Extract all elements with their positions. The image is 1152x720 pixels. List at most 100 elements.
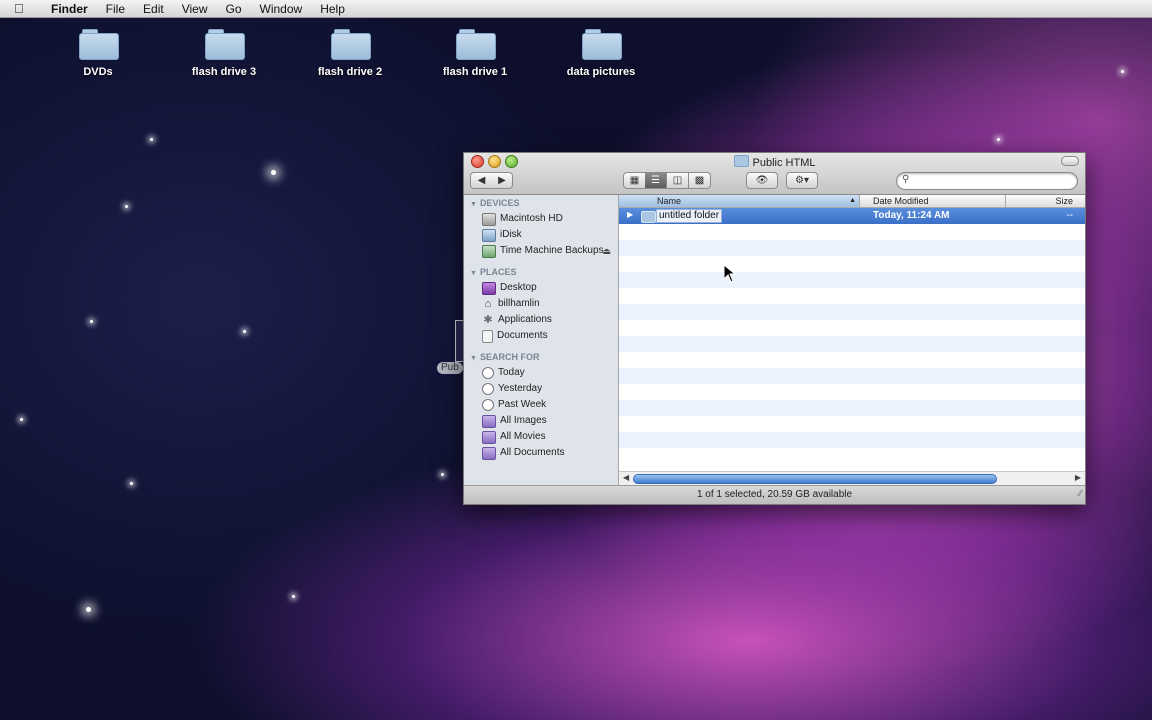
apple-icon[interactable]:  bbox=[14, 1, 32, 16]
sidebar-item-past-week[interactable]: Past Week bbox=[464, 397, 618, 413]
window-title-text: Public HTML bbox=[752, 157, 816, 169]
sidebar-item-today[interactable]: Today bbox=[464, 365, 618, 381]
coverflow-view-button[interactable]: ▩ bbox=[689, 172, 711, 189]
sidebar-item-documents[interactable]: Documents bbox=[464, 328, 618, 344]
empty-row bbox=[619, 272, 1085, 288]
star bbox=[90, 320, 93, 323]
forward-button[interactable]: ▶ bbox=[492, 172, 513, 189]
menu-file[interactable]: File bbox=[97, 2, 134, 16]
desktop-icon-label: data pictures bbox=[566, 66, 636, 78]
sort-ascending-icon: ▲ bbox=[849, 197, 856, 204]
sidebar-section-devices[interactable]: ▼ DEVICES bbox=[464, 195, 618, 211]
window-toolbar: Public HTML ◀ ▶ ▦ ☰ ◫ ▩ 👁 ⚙▾ ⚲ bbox=[464, 153, 1085, 195]
menu-edit[interactable]: Edit bbox=[134, 2, 173, 16]
sidebar-section-label: SEARCH FOR bbox=[479, 352, 540, 362]
sidebar-item-label: Applications bbox=[498, 314, 552, 325]
gear-icon: ⚙▾ bbox=[795, 175, 809, 186]
empty-row bbox=[619, 368, 1085, 384]
hard-drive-icon bbox=[482, 212, 496, 226]
menu-finder[interactable]: Finder bbox=[42, 2, 97, 16]
scroll-right-icon[interactable]: ▶ bbox=[1075, 473, 1081, 482]
menu-help[interactable]: Help bbox=[311, 2, 354, 16]
desktop-icon-flash-drive-3[interactable]: flash drive 3 bbox=[169, 28, 279, 78]
back-button[interactable]: ◀ bbox=[470, 172, 493, 189]
menu-window[interactable]: Window bbox=[251, 2, 312, 16]
table-row[interactable]: ▶ untitled folder Today, 11:24 AM -- bbox=[619, 208, 1085, 224]
column-header-name[interactable]: Name ▲ bbox=[619, 195, 860, 207]
desktop-icon-label: flash drive 3 bbox=[191, 66, 257, 78]
desktop-icon-flash-drive-1[interactable]: flash drive 1 bbox=[420, 28, 530, 78]
scroll-left-icon[interactable]: ◀ bbox=[623, 473, 629, 482]
column-view-button[interactable]: ◫ bbox=[667, 172, 689, 189]
empty-row bbox=[619, 416, 1085, 432]
action-menu-button[interactable]: ⚙▾ bbox=[786, 172, 818, 189]
clock-icon bbox=[482, 383, 494, 395]
column-header-size[interactable]: Size bbox=[1007, 195, 1085, 207]
sidebar-item-all-images[interactable]: All Images bbox=[464, 413, 618, 429]
sidebar-item-desktop[interactable]: Desktop bbox=[464, 280, 618, 296]
mouse-pointer-icon bbox=[724, 265, 736, 283]
desktop-icon-label: flash drive 1 bbox=[442, 66, 508, 78]
menu-view[interactable]: View bbox=[173, 2, 217, 16]
sidebar-section-places[interactable]: ▼ PLACES bbox=[464, 264, 618, 280]
empty-row bbox=[619, 288, 1085, 304]
desktop-icon-data-pictures[interactable]: data pictures bbox=[546, 28, 656, 78]
icon-view-button[interactable]: ▦ bbox=[623, 172, 646, 189]
sidebar-item-macintosh-hd[interactable]: Macintosh HD bbox=[464, 211, 618, 227]
sidebar-item-all-movies[interactable]: All Movies bbox=[464, 429, 618, 445]
sidebar-item-all-documents[interactable]: All Documents bbox=[464, 445, 618, 461]
finder-window: Public HTML ◀ ▶ ▦ ☰ ◫ ▩ 👁 ⚙▾ ⚲ ▼ DEVICES … bbox=[463, 152, 1086, 505]
file-name-edit-field[interactable]: untitled folder bbox=[656, 209, 723, 223]
file-date-modified: Today, 11:24 AM bbox=[873, 210, 950, 221]
empty-row bbox=[619, 224, 1085, 240]
clock-icon bbox=[482, 367, 494, 379]
smart-folder-icon bbox=[482, 430, 496, 444]
smart-folder-icon bbox=[482, 414, 496, 428]
menu-go[interactable]: Go bbox=[217, 2, 251, 16]
disclosure-triangle-icon: ▼ bbox=[470, 270, 477, 277]
scrollbar-thumb[interactable] bbox=[633, 474, 997, 484]
menu-bar:  Finder File Edit View Go Window Help bbox=[0, 0, 1152, 18]
desktop-icon-label: flash drive 2 bbox=[317, 66, 383, 78]
empty-row bbox=[619, 304, 1085, 320]
search-input[interactable]: ⚲ bbox=[896, 172, 1078, 190]
status-bar: 1 of 1 selected, 20.59 GB available ∕∕ bbox=[464, 485, 1085, 504]
sidebar-item-yesterday[interactable]: Yesterday bbox=[464, 381, 618, 397]
sidebar-item-idisk[interactable]: iDisk bbox=[464, 227, 618, 243]
sidebar-item-label: iDisk bbox=[500, 229, 522, 240]
list-view-button[interactable]: ☰ bbox=[645, 172, 667, 189]
column-header-label: Name bbox=[657, 196, 682, 206]
column-header-date-modified[interactable]: Date Modified bbox=[861, 195, 1006, 207]
sidebar-item-label: Macintosh HD bbox=[500, 213, 563, 224]
toolbar-toggle-button[interactable] bbox=[1061, 156, 1079, 166]
status-text: 1 of 1 selected, 20.59 GB available bbox=[696, 489, 853, 500]
folder-icon bbox=[582, 28, 622, 60]
sidebar-section-search-for[interactable]: ▼ SEARCH FOR bbox=[464, 349, 618, 365]
disclosure-triangle-icon: ▼ bbox=[470, 355, 477, 362]
eject-icon[interactable]: ⏏ bbox=[602, 243, 611, 259]
folder-icon bbox=[456, 28, 496, 60]
disclosure-triangle-icon: ▼ bbox=[470, 201, 477, 208]
desktop-icon-flash-drive-2[interactable]: flash drive 2 bbox=[295, 28, 405, 78]
horizontal-scrollbar[interactable]: ◀ ▶ bbox=[619, 471, 1085, 485]
sidebar-item-time-machine-backups[interactable]: Time Machine Backups ⏏ bbox=[464, 243, 618, 259]
empty-row bbox=[619, 384, 1085, 400]
file-rows: ▶ untitled folder Today, 11:24 AM -- bbox=[619, 208, 1085, 471]
desktop-icon-dvds[interactable]: DVDs bbox=[43, 28, 153, 78]
column-headers: Name ▲ Date Modified Size bbox=[619, 195, 1085, 208]
search-icon: ⚲ bbox=[902, 174, 910, 185]
folder-icon bbox=[331, 28, 371, 60]
star bbox=[271, 170, 276, 175]
window-title: Public HTML bbox=[464, 155, 1085, 169]
sidebar-item-label: Desktop bbox=[500, 282, 537, 293]
empty-row bbox=[619, 336, 1085, 352]
empty-row bbox=[619, 400, 1085, 416]
quick-look-button[interactable]: 👁 bbox=[746, 172, 778, 189]
resize-grip-icon[interactable]: ∕∕ bbox=[1079, 484, 1082, 502]
sidebar-item-label: Time Machine Backups bbox=[500, 245, 604, 256]
disclosure-triangle-icon[interactable]: ▶ bbox=[627, 210, 633, 219]
sidebar-item-applications[interactable]: ✱ Applications bbox=[464, 312, 618, 328]
folder-icon bbox=[79, 28, 119, 60]
home-icon: ⌂ bbox=[484, 297, 492, 310]
sidebar-item-home[interactable]: ⌂ billhamlin bbox=[464, 296, 618, 312]
